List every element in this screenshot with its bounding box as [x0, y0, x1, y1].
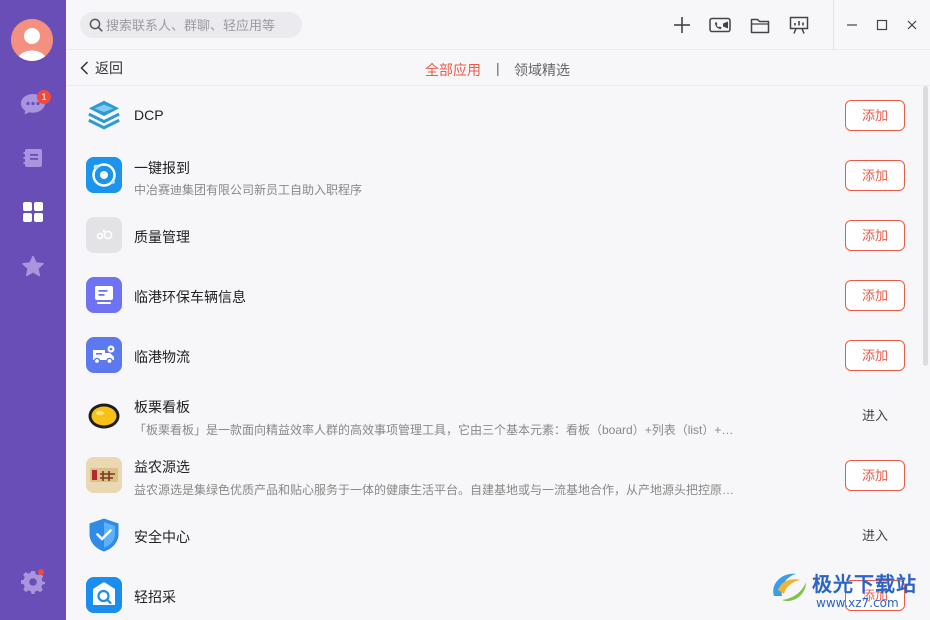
plus-icon	[674, 17, 690, 33]
avatar-person-icon	[11, 19, 53, 61]
list-item: 临港物流 添加	[66, 326, 922, 386]
back-label: 返回	[95, 60, 123, 76]
sidebar-item-favorites[interactable]	[19, 252, 47, 280]
quality-placeholder-icon	[86, 217, 122, 253]
app-name: 临港环保车辆信息	[134, 289, 246, 305]
files-button[interactable]	[748, 13, 772, 37]
chestnut-board-icon	[86, 397, 122, 433]
app-description: 「板栗看板」是一款面向精益效率人群的高效事项管理工具，它由三个基本元素：看板（b…	[134, 423, 734, 437]
security-shield-icon	[86, 517, 122, 553]
scrollbar[interactable]	[923, 86, 928, 366]
back-button[interactable]: 返回	[80, 59, 123, 77]
settings-notification-dot	[38, 569, 44, 575]
search-input[interactable]	[106, 12, 296, 38]
add-app-button[interactable]: 添加	[845, 100, 905, 131]
folder-icon	[750, 18, 770, 33]
app-description: 中冶赛迪集团有限公司新员工自助入职程序	[134, 183, 363, 197]
tab-featured[interactable]: 领域精选	[514, 60, 570, 80]
unread-badge: 1	[37, 90, 51, 104]
add-app-button[interactable]: 添加	[845, 160, 905, 191]
enter-app-button[interactable]: 进入	[845, 400, 905, 431]
vehicle-info-icon	[86, 277, 122, 313]
video-call-icon	[709, 17, 731, 33]
maximize-button[interactable]	[870, 13, 894, 37]
app-list: DCP 添加 一键报到 中冶赛迪集团有限公司新员工自助入职程序 添加 质量管理	[66, 86, 922, 620]
tab-separator: |	[496, 60, 500, 76]
list-item: 安全中心 进入	[66, 506, 922, 566]
yinong-icon	[86, 457, 122, 493]
close-icon	[907, 20, 917, 30]
sub-header: 返回 全部应用 | 领域精选	[66, 50, 930, 86]
app-name: 质量管理	[134, 229, 190, 245]
maximize-icon	[876, 19, 888, 31]
sidebar-item-apps[interactable]	[19, 198, 47, 226]
app-name: 安全中心	[134, 529, 190, 545]
watermark-logo-icon	[773, 573, 806, 602]
app-description: 益农源选是集绿色优质产品和贴心服务于一体的健康生活平台。自建基地或与一流基地合作…	[134, 483, 735, 497]
list-item: 质量管理 添加	[66, 206, 922, 266]
presentation-button[interactable]	[787, 13, 811, 37]
top-bar	[66, 0, 930, 50]
list-item: 一键报到 中冶赛迪集团有限公司新员工自助入职程序 添加	[66, 146, 922, 206]
tab-all-apps[interactable]: 全部应用	[425, 60, 481, 80]
list-item: 益农源选 益农源选是集绿色优质产品和贴心服务于一体的健康生活平台。自建基地或与一…	[66, 446, 922, 506]
dcp-layers-icon	[86, 97, 122, 133]
app-name: 轻招采	[134, 589, 176, 605]
list-item: 板栗看板 「板栗看板」是一款面向精益效率人群的高效事项管理工具，它由三个基本元素…	[66, 386, 922, 446]
add-app-button[interactable]: 添加	[845, 340, 905, 371]
star-icon	[22, 255, 44, 276]
add-button[interactable]	[670, 13, 694, 37]
add-app-button[interactable]: 添加	[845, 280, 905, 311]
add-app-button[interactable]: 添加	[845, 460, 905, 491]
apps-grid-icon	[23, 202, 43, 222]
presentation-icon	[789, 16, 809, 34]
sidebar: 1	[0, 0, 66, 620]
sidebar-item-contacts[interactable]	[19, 144, 47, 172]
watermark: 极光下载站 www.xz7.com	[766, 566, 926, 616]
list-item: 临港环保车辆信息 添加	[66, 266, 922, 326]
search-icon	[89, 18, 103, 32]
close-button[interactable]	[900, 13, 924, 37]
toolbar-divider	[833, 0, 834, 50]
address-book-icon	[23, 149, 42, 167]
search-box[interactable]	[80, 12, 302, 38]
watermark-text: 极光下载站	[812, 572, 917, 596]
minimize-icon	[847, 24, 857, 26]
chevron-left-icon	[80, 61, 89, 75]
video-call-button[interactable]	[708, 13, 732, 37]
enter-app-button[interactable]: 进入	[845, 520, 905, 551]
app-name: 板栗看板	[134, 399, 190, 415]
app-name: 临港物流	[134, 349, 190, 365]
watermark-url: www.xz7.com	[816, 596, 899, 610]
procurement-icon	[86, 577, 122, 613]
list-item: DCP 添加	[66, 86, 922, 146]
add-app-button[interactable]: 添加	[845, 220, 905, 251]
minimize-button[interactable]	[840, 13, 864, 37]
logistics-truck-icon	[86, 337, 122, 373]
app-name: 益农源选	[134, 459, 190, 475]
app-name: 一键报到	[134, 160, 190, 176]
check-in-icon	[86, 157, 122, 193]
app-name: DCP	[134, 107, 164, 123]
user-avatar[interactable]	[11, 19, 53, 61]
